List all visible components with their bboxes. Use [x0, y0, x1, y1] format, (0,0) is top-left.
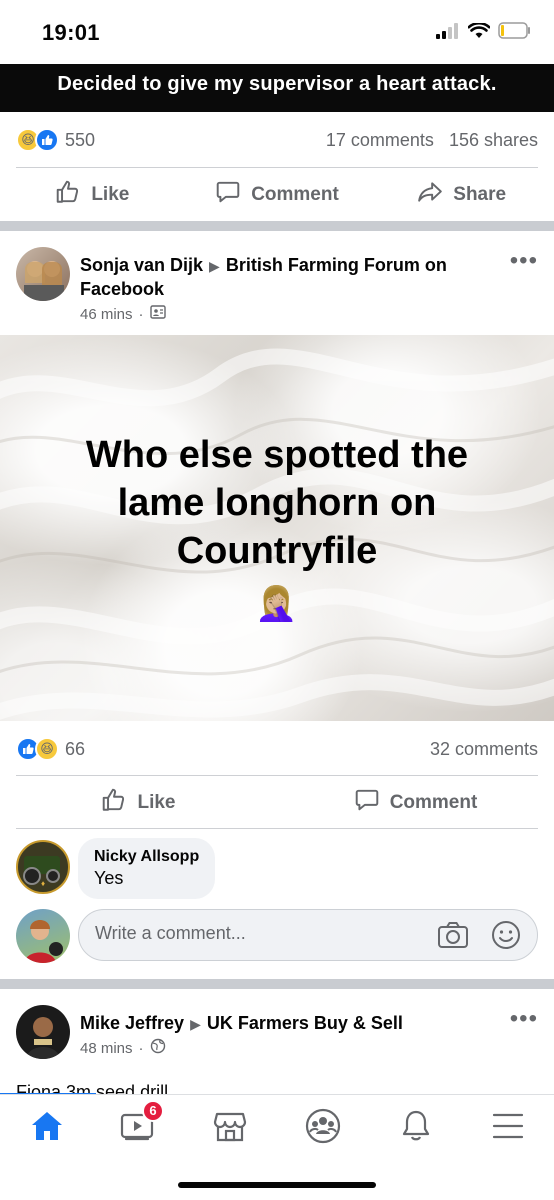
tab-marketplace[interactable] [210, 1111, 250, 1145]
haha-reaction-icon: 😆 [35, 737, 59, 761]
hamburger-menu-icon [492, 1112, 524, 1145]
status-bar: 19:01 [0, 0, 554, 64]
battery-icon [498, 22, 532, 44]
emoji-icon[interactable] [491, 920, 521, 955]
user-avatar[interactable] [16, 909, 70, 963]
more-options-icon[interactable]: ••• [510, 249, 538, 273]
thumbs-up-icon [101, 787, 127, 819]
like-button[interactable]: Like [0, 179, 185, 211]
video-player[interactable]: Decided to give my supervisor a heart at… [0, 64, 554, 112]
comment-input-box[interactable] [78, 909, 538, 961]
comments-count[interactable]: 32 comments [430, 739, 538, 760]
avatar[interactable] [16, 1005, 70, 1059]
video-icon: 6 [120, 1099, 164, 1146]
feed-separator [0, 221, 554, 231]
comment-bubble[interactable]: Nicky Allsopp Yes [78, 838, 216, 899]
reaction-count: 550 [65, 129, 96, 150]
tab-groups[interactable] [303, 1108, 343, 1145]
like-reaction-icon [35, 128, 59, 152]
avatar[interactable] [16, 247, 70, 301]
notification-badge: 6 [142, 1099, 164, 1122]
svg-text:♦: ♦ [41, 879, 45, 888]
shares-count[interactable]: 156 shares [449, 130, 538, 150]
home-indicator[interactable] [178, 1182, 376, 1188]
marketplace-icon [213, 1110, 247, 1147]
comment-icon [354, 787, 380, 819]
share-icon [417, 179, 443, 211]
camera-icon[interactable] [437, 920, 469, 955]
cellular-signal-icon [436, 22, 460, 44]
bell-icon [400, 1109, 432, 1148]
arrow-icon: ▶ [190, 1016, 201, 1032]
tab-menu[interactable] [488, 1111, 528, 1145]
tab-home[interactable] [27, 1111, 67, 1145]
reaction-count: 66 [65, 738, 86, 759]
groups-icon [305, 1108, 341, 1149]
divider [16, 828, 538, 829]
like-button[interactable]: Like [0, 787, 277, 819]
like-label: Like [91, 184, 130, 205]
feed-separator [0, 979, 554, 989]
post-actions: Like Comment [0, 776, 554, 830]
comment-button[interactable]: Comment [277, 787, 554, 819]
tab-watch[interactable]: 6 [118, 1099, 164, 1146]
group-privacy-icon [149, 304, 166, 324]
post-actions: Like Comment Share [0, 168, 554, 222]
commenter-avatar[interactable]: ♦ [16, 840, 70, 894]
thumbs-up-icon [55, 179, 81, 211]
author-name[interactable]: Mike Jeffrey [80, 1013, 184, 1033]
post-image[interactable]: Who else spotted the lame longhorn on Co… [0, 335, 554, 721]
share-button[interactable]: Share [369, 179, 554, 211]
comment-icon [215, 179, 241, 211]
comment-label: Comment [389, 792, 478, 813]
group-name[interactable]: UK Farmers Buy & Sell [207, 1013, 403, 1033]
post-time[interactable]: 48 mins [80, 1040, 133, 1057]
more-options-icon[interactable]: ••• [510, 1007, 538, 1031]
comments-count[interactable]: 17 comments [326, 130, 434, 150]
video-caption: Decided to give my supervisor a heart at… [57, 73, 497, 95]
tab-notifications[interactable] [396, 1109, 436, 1148]
home-icon [30, 1110, 64, 1147]
author-name[interactable]: Sonja van Dijk [80, 255, 203, 275]
image-text: Who else spotted the lame longhorn on Co… [85, 434, 469, 572]
wifi-icon [467, 21, 491, 44]
facepalm-emoji: 🤦🏼‍♀️ [255, 585, 298, 623]
comment-label: Comment [251, 184, 339, 205]
share-label: Share [453, 184, 507, 205]
reactions-summary[interactable]: 😆 66 32 comments [16, 721, 538, 777]
reactions-summary[interactable]: 😆 550 17 comments 156 shares [16, 112, 538, 168]
comment-button[interactable]: Comment [185, 179, 370, 211]
status-time: 19:01 [42, 20, 100, 45]
comment-input[interactable] [95, 923, 395, 944]
comment-author[interactable]: Nicky Allsopp [94, 848, 199, 866]
arrow-icon: ▶ [209, 258, 220, 274]
like-label: Like [137, 792, 176, 813]
globe-icon [150, 1038, 166, 1058]
post-time[interactable]: 46 mins [80, 306, 133, 323]
comment-text: Yes [94, 868, 124, 888]
